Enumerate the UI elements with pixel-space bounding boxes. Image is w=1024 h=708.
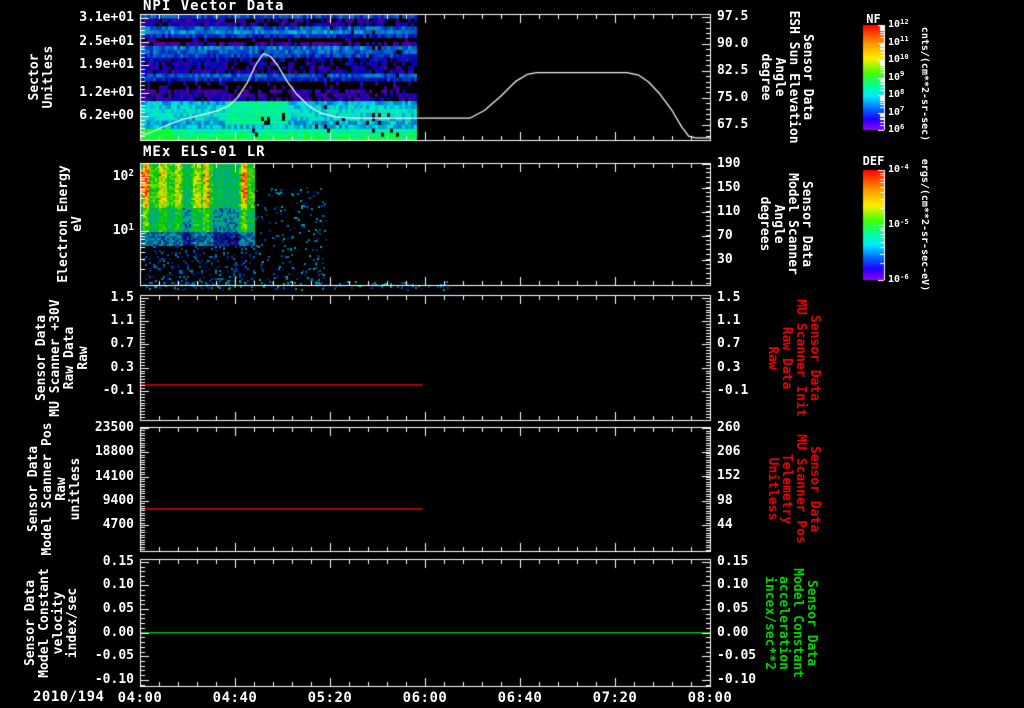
right-tick-label-els-4: 30 bbox=[717, 251, 733, 267]
left-tick-label-mu-scanner-30v-1: 1.1 bbox=[110, 313, 134, 329]
colorbar-tick-nf-6: 106 bbox=[888, 121, 905, 135]
right-tick-label-mu-scanner-30v-1: 1.1 bbox=[717, 313, 741, 329]
colorbar-tick-def-0: 10-4 bbox=[888, 161, 909, 175]
left-tick-label-model-scanner-pos-0: 23500 bbox=[94, 420, 134, 436]
right-tick-label-mu-scanner-30v-4: -0.1 bbox=[717, 382, 749, 398]
x-tick-label-0: 04:00 bbox=[117, 690, 163, 706]
left-tick-label-mu-scanner-30v-4: -0.1 bbox=[102, 382, 134, 398]
left-tick-label-npi-2: 1.9e+01 bbox=[79, 57, 134, 73]
right-tick-label-els-0: 190 bbox=[717, 156, 741, 172]
right-tick-label-model-scanner-pos-3: 98 bbox=[717, 492, 733, 508]
left-tick-label-els-1: 101 bbox=[112, 221, 134, 238]
colorbar-title-nf: NF bbox=[866, 12, 881, 26]
left-tick-label-model-constant-velocity-0: 0.15 bbox=[102, 553, 134, 569]
left-tick-label-model-constant-velocity-3: 0.00 bbox=[102, 624, 134, 640]
left-tick-label-model-constant-velocity-4: -0.05 bbox=[94, 648, 134, 664]
left-tick-label-model-scanner-pos-4: 4700 bbox=[102, 517, 134, 532]
right-tick-label-mu-scanner-30v-3: 0.3 bbox=[717, 359, 741, 375]
right-axis-label-model-scanner-pos: Sensor Data MU Scanner Pos Telemetry Uni… bbox=[765, 434, 822, 544]
right-axis-label-mu-scanner-30v: Sensor Data MU Scanner Init Raw Data Raw bbox=[765, 298, 822, 417]
right-tick-label-model-constant-velocity-5: -0.10 bbox=[717, 671, 757, 687]
right-tick-label-model-constant-velocity-1: 0.10 bbox=[717, 577, 749, 593]
x-tick-label-2: 05:20 bbox=[307, 690, 353, 706]
right-tick-label-model-constant-velocity-4: -0.05 bbox=[717, 648, 757, 664]
right-tick-label-npi-0: 97.5 bbox=[717, 8, 749, 24]
colorbar-tick-nf-3: 109 bbox=[888, 69, 905, 83]
x-tick-label-6: 08:00 bbox=[687, 690, 733, 706]
colorbar-tick-nf-5: 107 bbox=[888, 104, 905, 118]
left-tick-label-model-constant-velocity-5: -0.10 bbox=[94, 671, 134, 687]
colorbar-unit-def: ergs/(cm**2-sr-sec-eV) bbox=[919, 158, 930, 292]
left-tick-label-mu-scanner-30v-3: 0.3 bbox=[110, 359, 134, 375]
science-plot-figure: NPI Vector Data MEx ELS-01 LR 2010/194 S… bbox=[0, 0, 1024, 708]
right-tick-label-mu-scanner-30v-0: 1.5 bbox=[717, 289, 741, 305]
colorbar-title-def: DEF bbox=[862, 154, 885, 168]
right-axis-label-npi: Sensor Data ESH Sun Elevation Angle degr… bbox=[758, 10, 815, 144]
left-tick-label-mu-scanner-30v-0: 1.5 bbox=[110, 289, 134, 305]
x-tick-label-3: 06:00 bbox=[402, 690, 448, 706]
right-tick-label-npi-4: 67.5 bbox=[717, 116, 749, 132]
colorbar-tick-nf-4: 108 bbox=[888, 86, 905, 100]
right-tick-label-model-scanner-pos-4: 44 bbox=[717, 516, 733, 532]
left-tick-label-mu-scanner-30v-2: 0.7 bbox=[110, 336, 134, 352]
right-tick-label-npi-3: 75.0 bbox=[717, 89, 749, 105]
colorbar-tick-def-2: 10-6 bbox=[888, 271, 909, 285]
colorbar-tick-nf-2: 1010 bbox=[888, 51, 909, 65]
left-tick-label-npi-3: 1.2e+01 bbox=[79, 84, 134, 100]
left-tick-label-npi-0: 3.1e+01 bbox=[79, 9, 134, 25]
x-tick-label-1: 04:40 bbox=[212, 690, 258, 706]
right-tick-label-els-1: 150 bbox=[717, 180, 741, 195]
left-tick-label-model-constant-velocity-1: 0.10 bbox=[102, 577, 134, 593]
right-axis-label-els: Sensor Data Model Scanner Angle degrees bbox=[757, 173, 814, 275]
left-tick-label-npi-1: 2.5e+01 bbox=[79, 33, 134, 49]
colorbar-tick-nf-0: 1012 bbox=[888, 16, 909, 30]
colorbar-tick-nf-1: 1011 bbox=[888, 34, 909, 48]
right-tick-label-npi-1: 90.0 bbox=[717, 35, 749, 51]
left-tick-label-model-scanner-pos-2: 14100 bbox=[94, 468, 134, 484]
left-tick-label-model-scanner-pos-3: 9400 bbox=[102, 492, 134, 508]
right-tick-label-mu-scanner-30v-2: 0.7 bbox=[717, 336, 741, 352]
right-tick-label-model-constant-velocity-3: 0.00 bbox=[717, 624, 749, 640]
x-tick-label-4: 06:40 bbox=[497, 690, 543, 706]
colorbar-unit-nf: cnts/(cm**2-sr-sec) bbox=[919, 26, 930, 142]
right-axis-label-model-constant-velocity: Sensor Data Model Constant acceleration … bbox=[762, 567, 819, 678]
right-tick-label-model-constant-velocity-0: 0.15 bbox=[717, 553, 749, 569]
right-tick-label-model-scanner-pos-1: 206 bbox=[717, 444, 741, 460]
left-tick-label-npi-4: 6.2e+00 bbox=[79, 107, 134, 123]
right-tick-label-els-3: 70 bbox=[717, 227, 733, 243]
x-tick-label-5: 07:20 bbox=[592, 690, 638, 706]
left-tick-label-model-constant-velocity-2: 0.05 bbox=[102, 601, 134, 617]
right-tick-label-npi-2: 82.5 bbox=[717, 62, 749, 78]
left-axis-label-model-scanner-pos: Sensor Data Model Scanner Pos Raw unitle… bbox=[26, 422, 83, 556]
colorbar-tick-def-1: 10-5 bbox=[888, 216, 909, 230]
axis-labels-layer: Sector Unitless Sensor Data ESH Sun Eleva… bbox=[0, 0, 1024, 708]
right-tick-label-model-scanner-pos-0: 260 bbox=[717, 419, 741, 435]
left-tick-label-els-0: 102 bbox=[112, 167, 134, 184]
left-tick-label-model-scanner-pos-1: 18800 bbox=[94, 444, 134, 460]
right-tick-label-model-constant-velocity-2: 0.05 bbox=[717, 601, 749, 617]
right-tick-label-model-scanner-pos-2: 152 bbox=[717, 468, 741, 484]
right-tick-label-els-2: 110 bbox=[717, 204, 741, 219]
